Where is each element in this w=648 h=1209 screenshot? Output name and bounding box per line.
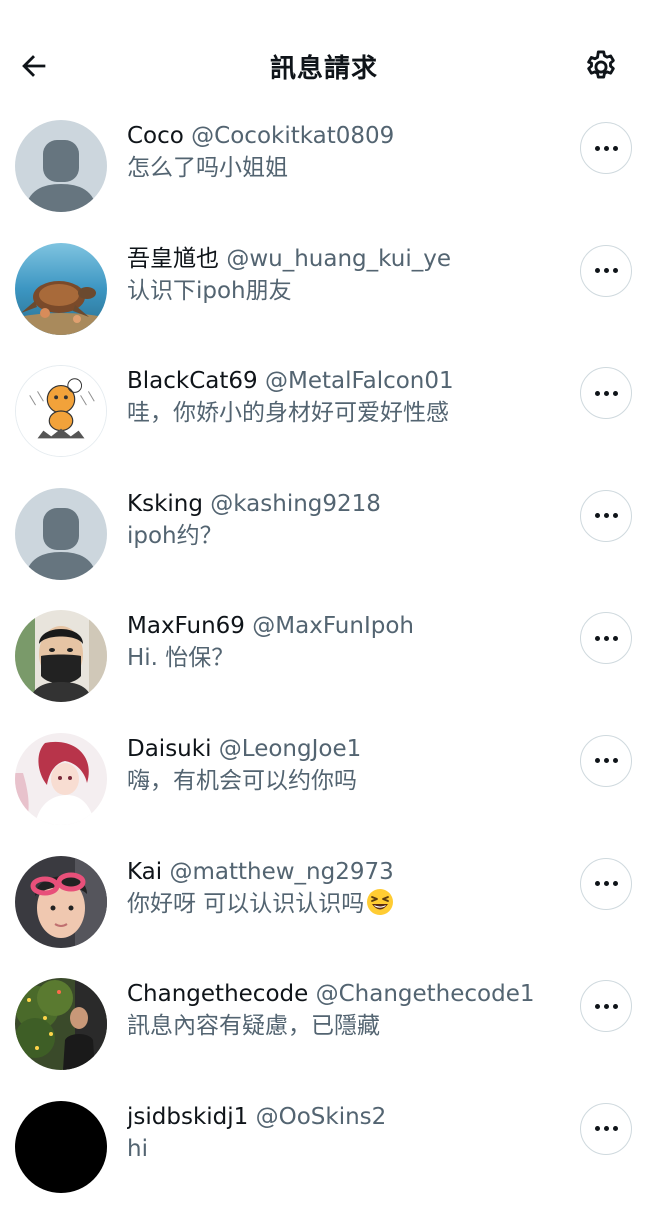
message-preview: 你好呀 可以认识认识吗 — [127, 890, 365, 917]
more-horizontal-icon — [593, 1126, 620, 1132]
request-row[interactable]: Daisuki @LeongJoe1 嗨，有机会可以约你吗 — [0, 719, 648, 842]
more-options-button[interactable] — [580, 734, 632, 787]
sender-name: Daisuki — [127, 735, 212, 762]
more-options-button[interactable] — [580, 980, 632, 1033]
sender-handle: @Cocokitkat0809 — [191, 123, 395, 149]
sender-handle: @MaxFunIpoh — [252, 613, 414, 640]
message-preview: ipoh约？ — [127, 522, 223, 549]
avatar-black[interactable] — [15, 1100, 107, 1193]
sender-name: BlackCat69 — [127, 368, 258, 395]
message-preview: Hi. 怡保？ — [127, 645, 235, 672]
message-preview: 哇，你娇小的身材好可爱好性感 — [127, 400, 449, 427]
more-horizontal-icon — [593, 268, 620, 274]
sender-handle: @wu_huang_kui_ye — [226, 245, 451, 272]
avatar-anime-girl-art[interactable] — [15, 732, 107, 825]
avatar-person-with-sunglasses-photo[interactable] — [15, 855, 107, 948]
sender-handle: @LeongJoe1 — [218, 735, 362, 762]
request-row[interactable]: Ksking @kashing9218 ipoh约？ — [0, 474, 648, 597]
message-preview: 怎么了吗小姐姐 — [127, 155, 288, 181]
message-preview: 认识下ipoh朋友 — [127, 277, 292, 304]
more-horizontal-icon — [593, 635, 620, 641]
more-options-button[interactable] — [580, 857, 632, 910]
sender-handle: @Changethecode1 — [315, 981, 535, 1008]
request-row[interactable]: 吾皇馗也 @wu_huang_kui_ye 认识下ipoh朋友 — [0, 229, 648, 352]
avatar-cartoon-drawing[interactable] — [15, 365, 107, 458]
more-horizontal-icon — [593, 1003, 620, 1009]
message-preview: hi — [127, 1135, 148, 1162]
sender-name: Coco — [127, 123, 184, 149]
request-row[interactable]: BlackCat69 @MetalFalcon01 哇，你娇小的身材好可爱好性感 — [0, 351, 648, 474]
more-options-button[interactable] — [580, 489, 632, 542]
request-row[interactable]: Changethecode @Changethecode1 訊息內容有疑慮，已隱… — [0, 964, 648, 1087]
page-title: 訊息請求 — [269, 54, 378, 84]
sender-handle: @OoSkins2 — [255, 1103, 387, 1130]
more-horizontal-icon — [593, 390, 620, 396]
more-horizontal-icon — [593, 513, 620, 519]
more-options-button[interactable] — [580, 122, 632, 174]
request-row[interactable]: MaxFun69 @MaxFunIpoh Hi. 怡保？ — [0, 596, 648, 719]
more-options-button[interactable] — [580, 244, 632, 297]
sender-name: Kai — [127, 858, 163, 885]
sender-handle: @kashing9218 — [210, 490, 381, 517]
sender-name: Ksking — [127, 490, 203, 517]
more-options-button[interactable] — [580, 1102, 632, 1155]
sender-name: 吾皇馗也 — [127, 245, 219, 272]
request-row[interactable]: Coco @Cocokitkat0809 怎么了吗小姐姐 — [0, 106, 648, 229]
request-row[interactable]: jsidbskidj1 @OoSkins2 hi — [0, 1087, 648, 1209]
avatar-person-with-christmas-tree-photo[interactable] — [15, 978, 107, 1071]
sender-handle: @matthew_ng2973 — [169, 858, 394, 885]
sender-name: jsidbskidj1 — [127, 1103, 249, 1130]
avatar-default[interactable] — [15, 487, 107, 580]
more-horizontal-icon — [593, 881, 620, 887]
more-options-button[interactable] — [580, 612, 632, 665]
more-horizontal-icon — [593, 145, 620, 151]
more-options-button[interactable] — [580, 367, 632, 420]
more-horizontal-icon — [593, 758, 620, 764]
sender-name: MaxFun69 — [127, 613, 245, 640]
settings-button[interactable] — [578, 44, 624, 90]
request-row[interactable]: Kai @matthew_ng2973 你好呀 可以认识认识吗 — [0, 842, 648, 965]
message-preview: 嗨，有机会可以约你吗 — [127, 767, 357, 794]
message-request-list: Coco @Cocokitkat0809 怎么了吗小姐姐 吾皇馗也 @wu_hu… — [0, 106, 648, 1209]
sender-name: Changethecode — [127, 981, 309, 1008]
avatar-default[interactable] — [15, 120, 107, 212]
avatar-masked-person-photo[interactable] — [15, 610, 107, 703]
gear-icon — [587, 50, 615, 79]
sender-handle: @MetalFalcon01 — [264, 368, 454, 395]
grinning-squinting-face-emoji — [367, 888, 394, 915]
avatar-turtle-photo[interactable] — [15, 242, 107, 335]
header: 訊息請求 — [0, 0, 648, 120]
message-preview: 訊息內容有疑慮，已隱藏 — [127, 1013, 380, 1040]
